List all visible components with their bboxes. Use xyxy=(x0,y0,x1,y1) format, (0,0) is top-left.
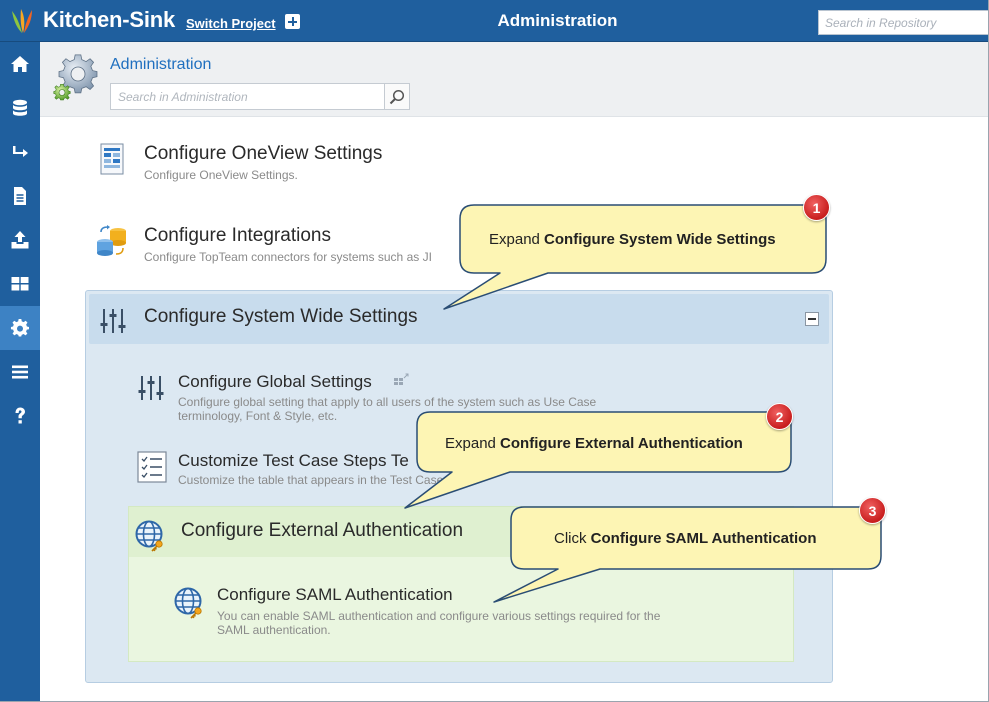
left-sidebar xyxy=(0,42,40,702)
upload-icon xyxy=(11,231,29,249)
arrow-right-icon xyxy=(13,146,28,157)
admin-search-button[interactable] xyxy=(384,83,410,110)
step-badge-1: 1 xyxy=(803,194,830,221)
collapse-icon[interactable] xyxy=(805,312,819,326)
sliders-icon xyxy=(100,309,126,333)
sidebar-item-home[interactable] xyxy=(0,42,40,86)
oneview-settings-title[interactable]: Configure OneView Settings xyxy=(144,143,382,165)
callout-1-text: Expand Configure System Wide Settings xyxy=(489,231,776,248)
checklist-icon xyxy=(137,451,167,483)
callout-2-text: Expand Configure External Authentication xyxy=(445,435,743,452)
integrations-title[interactable]: Configure Integrations xyxy=(144,225,331,247)
top-bar: Kitchen-Sink Switch Project Administrati… xyxy=(0,0,989,42)
sidebar-item-menu[interactable] xyxy=(0,350,40,394)
external-authentication-title[interactable]: Configure External Authentication xyxy=(181,520,463,542)
gear-icon xyxy=(10,318,29,337)
document-icon xyxy=(14,187,26,205)
saml-authentication-desc-1: You can enable SAML authentication and c… xyxy=(217,609,661,623)
help-icon xyxy=(15,407,25,424)
global-settings-title[interactable]: Configure Global Settings xyxy=(178,372,372,392)
open-in-dashboard-icon[interactable] xyxy=(393,373,409,387)
administration-gears-icon xyxy=(53,54,98,101)
saml-authentication-desc-2: SAML authentication. xyxy=(217,623,331,637)
system-wide-settings-title[interactable]: Configure System Wide Settings xyxy=(144,306,418,328)
step-badge-3: 3 xyxy=(859,497,886,524)
saml-authentication-title[interactable]: Configure SAML Authentication xyxy=(217,585,453,605)
global-settings-desc-2: terminology, Font & Style, etc. xyxy=(178,409,338,423)
oneview-settings-icon xyxy=(100,143,124,175)
sidebar-item-administration[interactable] xyxy=(0,306,40,350)
test-case-steps-title[interactable]: Customize Test Case Steps Te xyxy=(178,451,409,471)
sidebar-item-move[interactable] xyxy=(0,130,40,174)
home-icon xyxy=(11,56,29,72)
globe-key-icon xyxy=(135,520,163,552)
oneview-settings-desc: Configure OneView Settings. xyxy=(144,168,298,182)
integrations-desc: Configure TopTeam connectors for systems… xyxy=(144,250,432,264)
sidebar-item-database[interactable] xyxy=(0,86,40,130)
search-icon xyxy=(389,89,405,104)
saml-globe-key-icon xyxy=(174,587,202,619)
menu-icon xyxy=(12,365,28,379)
sidebar-item-dashboard[interactable] xyxy=(0,262,40,306)
sidebar-item-upload[interactable] xyxy=(0,218,40,262)
admin-search-input[interactable] xyxy=(110,83,385,110)
database-icon xyxy=(13,99,27,116)
step-badge-2: 2 xyxy=(766,403,793,430)
sidebar-item-document[interactable] xyxy=(0,174,40,218)
page-title: Administration xyxy=(110,56,212,73)
global-settings-desc-1: Configure global setting that apply to a… xyxy=(178,395,597,409)
test-case-steps-desc: Customize the table that appears in the … xyxy=(178,473,455,487)
repository-search-input[interactable] xyxy=(818,10,989,35)
sidebar-item-help[interactable] xyxy=(0,394,40,438)
dashboard-icon xyxy=(11,277,29,291)
callout-3-text: Click Configure SAML Authentication xyxy=(554,530,817,547)
integrations-icon xyxy=(97,225,126,256)
global-settings-sliders-icon xyxy=(138,376,164,400)
